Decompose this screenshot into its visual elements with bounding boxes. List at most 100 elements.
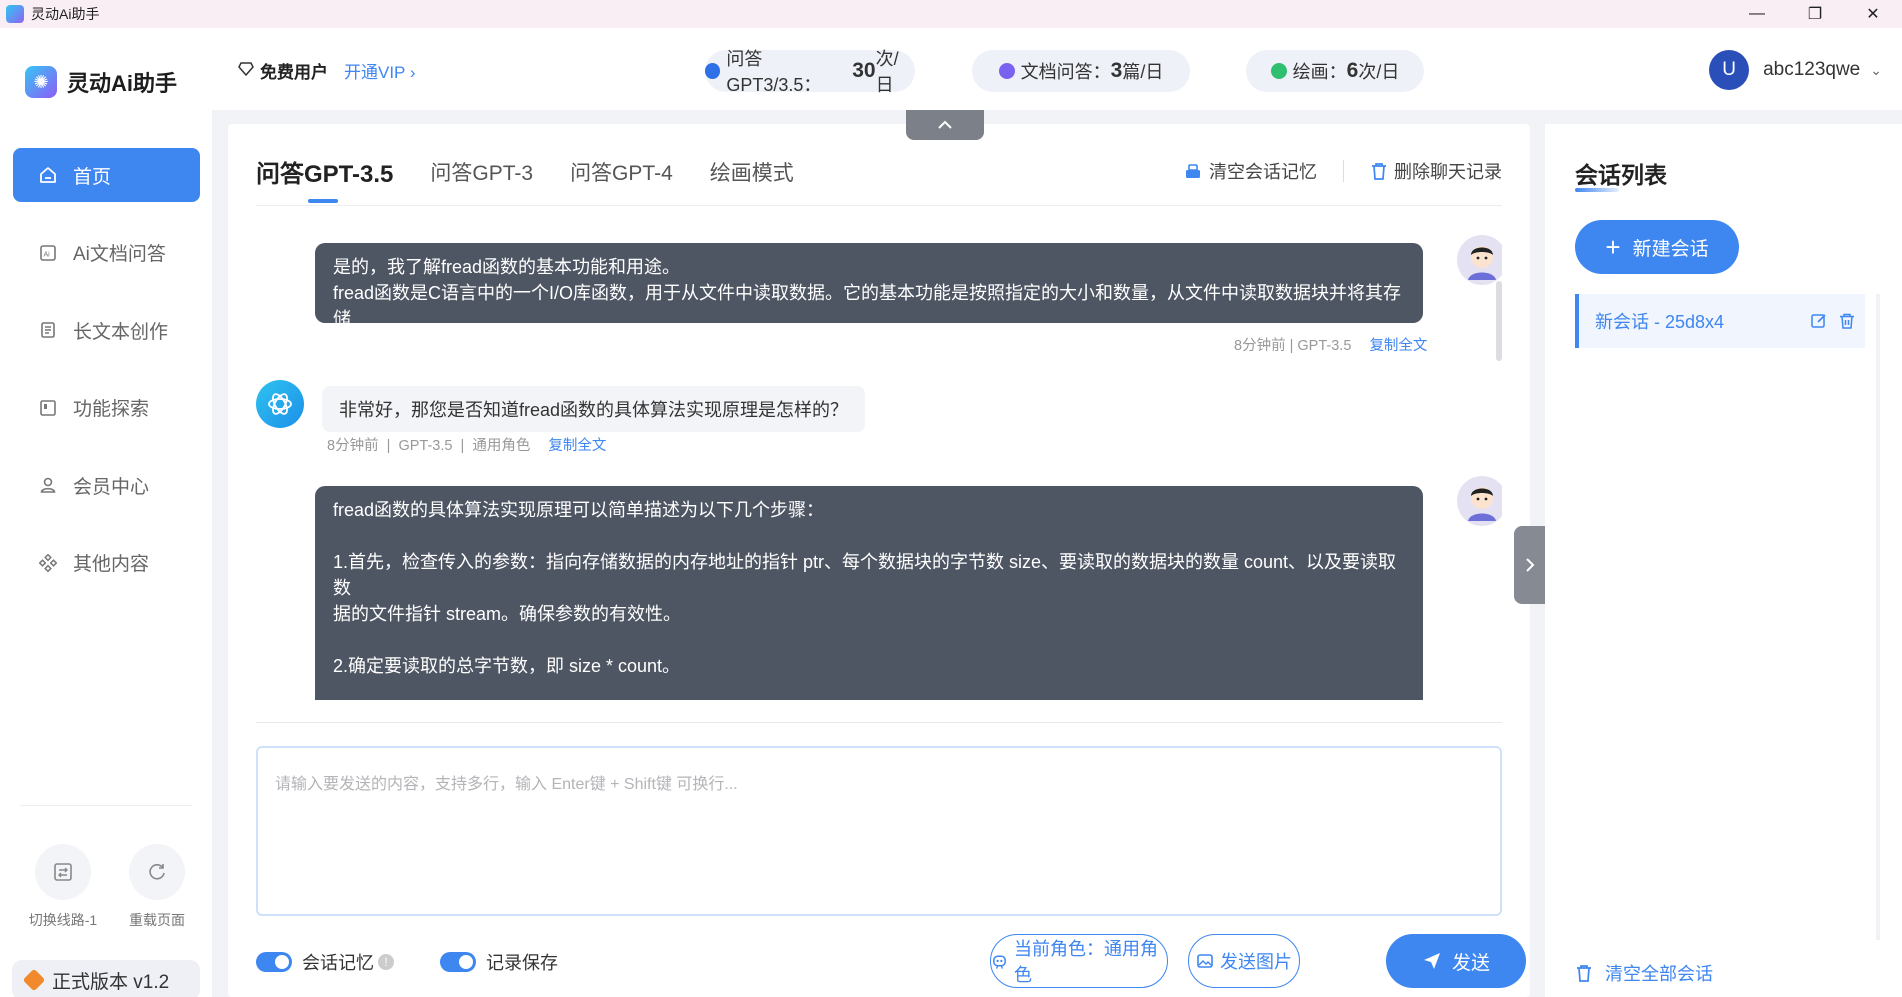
message-persona: 通用角色 <box>472 438 531 454</box>
window-titlebar: 灵动Ai助手 — ❐ ✕ <box>0 0 1902 28</box>
sidebar-item-label: 长文本创作 <box>73 321 169 343</box>
conversation-scrollbar[interactable] <box>1876 294 1880 940</box>
conversation-panel: 会话列表 + 新建会话 新会话 - 25d8x4 清空全部会话 <box>1545 124 1902 997</box>
message-line: fread函数是C语言中的一个I/O库函数，用于从文件中读取数据。它的基本功能是… <box>333 283 1402 329</box>
quota-doc: 文档问答： 3 篇/日 <box>972 50 1190 92</box>
chevron-down-icon: ⌄ <box>1870 61 1882 78</box>
new-chat-label: 新建会话 <box>1632 238 1709 260</box>
message-line <box>333 523 1405 549</box>
diamond-outline-icon <box>238 61 254 81</box>
clear-all-label: 清空全部会话 <box>1605 964 1713 984</box>
doc-quota-icon <box>998 63 1015 79</box>
conversation-label: 新会话 - 25d8x4 <box>1595 312 1725 332</box>
toggle-conversation-panel-button[interactable] <box>1514 526 1545 604</box>
reload-button[interactable]: 重载页面 <box>112 844 202 930</box>
memory-toggle[interactable]: 会话记忆 ! <box>256 949 394 975</box>
reload-icon <box>129 844 185 900</box>
quota-draw: 绘画： 6 次/日 <box>1246 50 1424 92</box>
restore-button[interactable]: ❐ <box>1786 0 1844 28</box>
collapse-header-button[interactable] <box>906 110 984 140</box>
clear-memory-label: 清空会话记忆 <box>1209 162 1317 182</box>
top-header: 免费用户 开通VIP › 问答GPT3/3.5： 30 次/日 文档问答： 3 … <box>212 28 1902 110</box>
chevron-right-icon <box>1525 558 1534 572</box>
avatar: U <box>1709 50 1750 90</box>
save-switch[interactable] <box>440 952 476 972</box>
delete-history-button[interactable]: 删除聊天记录 <box>1370 158 1502 184</box>
version-text: 正式版本 v1.2 <box>52 971 170 993</box>
mode-tabs: 问答GPT-3.5 问答GPT-3 问答GPT-4 绘画模式 <box>256 154 831 203</box>
user-icon <box>37 474 59 496</box>
chevron-right-icon: › <box>409 63 416 82</box>
open-vip-link[interactable]: 开通VIP › <box>344 58 416 83</box>
message-time: 8分钟前 <box>1234 338 1286 354</box>
palette-icon <box>1270 63 1287 79</box>
switch-route-button[interactable]: 切换线路-1 <box>18 844 108 930</box>
message-input[interactable] <box>258 748 1500 914</box>
sidebar-item-other[interactable]: 其他内容 <box>13 536 200 590</box>
copy-all-link[interactable]: 复制全文 <box>1369 338 1427 354</box>
explore-icon <box>37 397 59 419</box>
clear-all-button[interactable]: 清空全部会话 <box>1575 960 1713 986</box>
tab-gpt3[interactable]: 问答GPT-3 <box>430 157 533 187</box>
new-chat-button[interactable]: + 新建会话 <box>1575 220 1739 274</box>
close-button[interactable]: ✕ <box>1844 0 1902 28</box>
quota-value: 30 <box>852 59 876 82</box>
send-image-label: 发送图片 <box>1220 952 1292 972</box>
app-logo[interactable]: ✺ 灵动Ai助手 <box>25 66 177 98</box>
message-line: 是的，我了解fread函数的基本功能和用途。 <box>333 257 681 277</box>
home-icon <box>37 164 59 186</box>
title-underline <box>1575 188 1619 192</box>
message-text: 非常好，那您是否知道fread函数的具体算法实现原理是怎样的？ <box>339 400 849 420</box>
save-toggle[interactable]: 记录保存 <box>440 949 558 975</box>
user-tier: 免费用户 开通VIP › <box>238 58 416 83</box>
tab-gpt4[interactable]: 问答GPT-4 <box>570 157 673 187</box>
trash-icon <box>1577 965 1591 982</box>
sidebar-item-member[interactable]: 会员中心 <box>13 458 200 512</box>
tab-gpt35[interactable]: 问答GPT-3.5 <box>256 154 393 203</box>
composer-divider <box>256 722 1502 723</box>
save-label: 记录保存 <box>486 953 558 973</box>
message-scrollbar[interactable] <box>1496 281 1502 361</box>
version-badge: 正式版本 v1.2 <box>12 960 200 997</box>
sidebar: ✺ 灵动Ai助手 首页 Ai Ai文档问答 长文本创作 功能探索 会员中心 其他… <box>0 28 212 997</box>
user-menu[interactable]: U abc123qwe ⌄ <box>1709 50 1882 90</box>
message-list[interactable]: 是的，我了解fread函数的基本功能和用途。 fread函数是C语言中的一个I/… <box>256 206 1502 700</box>
copy-all-link[interactable]: 复制全文 <box>548 438 606 454</box>
clear-memory-button[interactable]: 清空会话记忆 <box>1183 158 1317 184</box>
quota-unit: 篇/日 <box>1122 62 1164 82</box>
send-image-button[interactable]: 发送图片 <box>1188 934 1300 988</box>
user-message-bubble: fread函数的具体算法实现原理可以简单描述为以下几个步骤： 1.首先，检查传入… <box>315 486 1423 700</box>
message-input-box[interactable] <box>256 746 1502 916</box>
minimize-button[interactable]: — <box>1728 0 1786 28</box>
message-time: 8分钟前 <box>327 438 379 454</box>
document-icon <box>37 319 59 341</box>
edit-icon[interactable] <box>1809 311 1829 331</box>
logo-text: 灵动Ai助手 <box>67 71 178 96</box>
trash-icon <box>1372 163 1386 180</box>
chat-actions: 清空会话记忆 删除聊天记录 <box>1183 158 1502 184</box>
role-label: 当前角色：通用角色 <box>1014 939 1158 985</box>
robot-icon <box>993 955 1006 969</box>
divider <box>1343 160 1344 182</box>
conversation-item[interactable]: 新会话 - 25d8x4 <box>1575 294 1865 348</box>
send-button[interactable]: 发送 <box>1386 934 1526 988</box>
quota-chat: 问答GPT3/3.5： 30 次/日 <box>705 49 915 95</box>
sidebar-item-label: 会员中心 <box>73 476 150 498</box>
switch-route-icon <box>35 844 91 900</box>
sidebar-item-home[interactable]: 首页 <box>13 148 200 202</box>
trash-icon[interactable] <box>1837 311 1857 331</box>
plus-icon: + <box>1605 232 1621 262</box>
bot-avatar <box>256 380 304 428</box>
quota-value: 3 <box>1110 59 1123 82</box>
memory-switch[interactable] <box>256 952 292 972</box>
info-icon[interactable]: ! <box>378 954 394 970</box>
open-vip-label: 开通VIP <box>344 63 406 82</box>
memory-label: 会话记忆 <box>302 953 374 973</box>
tab-draw[interactable]: 绘画模式 <box>710 157 794 187</box>
user-avatar <box>1457 476 1502 526</box>
sidebar-item-long-text[interactable]: 长文本创作 <box>13 303 200 357</box>
sidebar-item-ai-doc[interactable]: Ai Ai文档问答 <box>13 226 200 280</box>
sidebar-item-explore[interactable]: 功能探索 <box>13 381 200 435</box>
role-select-button[interactable]: 当前角色：通用角色 <box>990 934 1168 988</box>
conversation-list-title: 会话列表 <box>1575 162 1667 188</box>
